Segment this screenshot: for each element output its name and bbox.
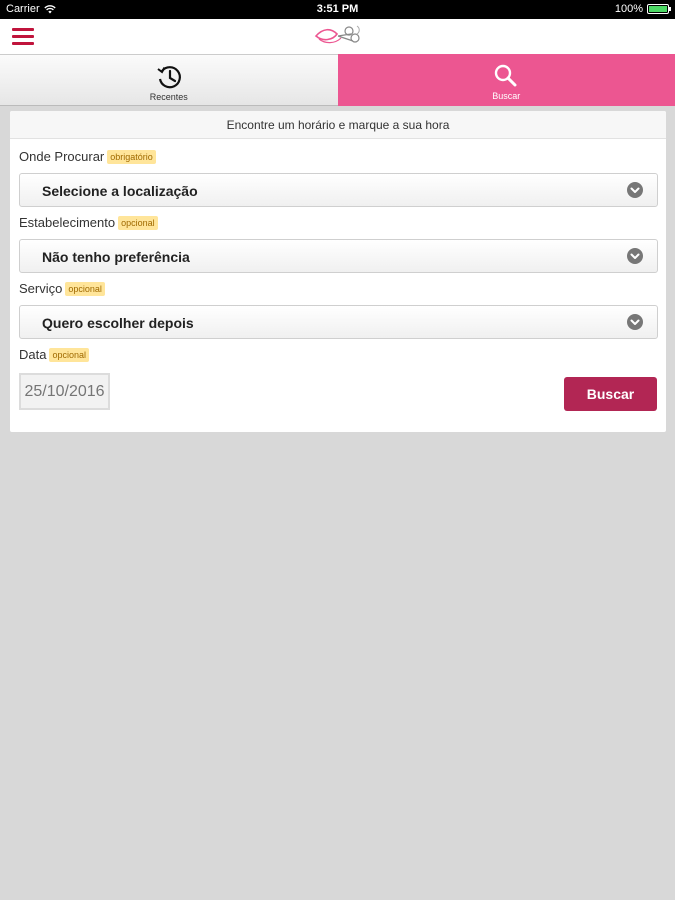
tab-buscar[interactable]: Buscar <box>337 54 675 106</box>
location-select[interactable]: Selecione a localização <box>19 173 658 207</box>
location-label: Onde Procurar <box>19 149 105 164</box>
battery-icon <box>647 4 671 14</box>
history-icon <box>157 66 181 89</box>
service-label-row: Serviço opcional <box>19 281 105 296</box>
buscar-button[interactable]: Buscar <box>564 377 657 411</box>
establishment-label: Estabelecimento <box>19 215 116 230</box>
hamburger-menu-button[interactable] <box>12 28 34 46</box>
date-input[interactable] <box>19 373 110 410</box>
location-select-value: Selecione a localização <box>42 183 198 199</box>
status-time: 3:51 PM <box>316 3 359 15</box>
optional-tag: opcional <box>118 215 158 230</box>
optional-tag: opcional <box>49 347 89 362</box>
brand-logo-icon <box>314 25 360 44</box>
establishment-select-value: Não tenho preferência <box>42 249 190 265</box>
tab-bar: Recentes Buscar <box>0 54 675 106</box>
battery-fill <box>649 6 667 12</box>
tab-buscar-label: Buscar <box>492 91 521 101</box>
status-bar: Carrier 3:51 PM 100% <box>0 0 675 19</box>
form-title: Encontre um horário e marque a sua hora <box>10 111 666 139</box>
chevron-down-icon <box>627 314 643 330</box>
date-label: Data <box>19 347 47 362</box>
service-select-value: Quero escolher depois <box>42 315 194 331</box>
search-form-card: Encontre um horário e marque a sua hora … <box>10 111 666 432</box>
location-label-row: Onde Procurar obrigatório <box>19 149 156 164</box>
chevron-down-icon <box>627 248 643 264</box>
establishment-label-row: Estabelecimento opcional <box>19 215 158 230</box>
date-label-row: Data opcional <box>19 347 89 362</box>
tab-recentes-label: Recentes <box>149 92 188 102</box>
required-tag: obrigatório <box>107 149 156 164</box>
battery-percent: 100% <box>614 3 643 15</box>
establishment-select[interactable]: Não tenho preferência <box>19 239 658 273</box>
search-icon <box>495 64 517 87</box>
chevron-down-icon <box>627 182 643 198</box>
optional-tag: opcional <box>65 281 105 296</box>
top-navbar <box>0 19 675 54</box>
service-label: Serviço <box>19 281 63 296</box>
hamburger-icon-line <box>12 42 34 45</box>
hamburger-icon-line <box>12 35 34 38</box>
status-right: 100% <box>614 3 671 15</box>
service-select[interactable]: Quero escolher depois <box>19 305 658 339</box>
tab-recentes[interactable]: Recentes <box>0 54 338 106</box>
hamburger-icon <box>12 28 34 31</box>
